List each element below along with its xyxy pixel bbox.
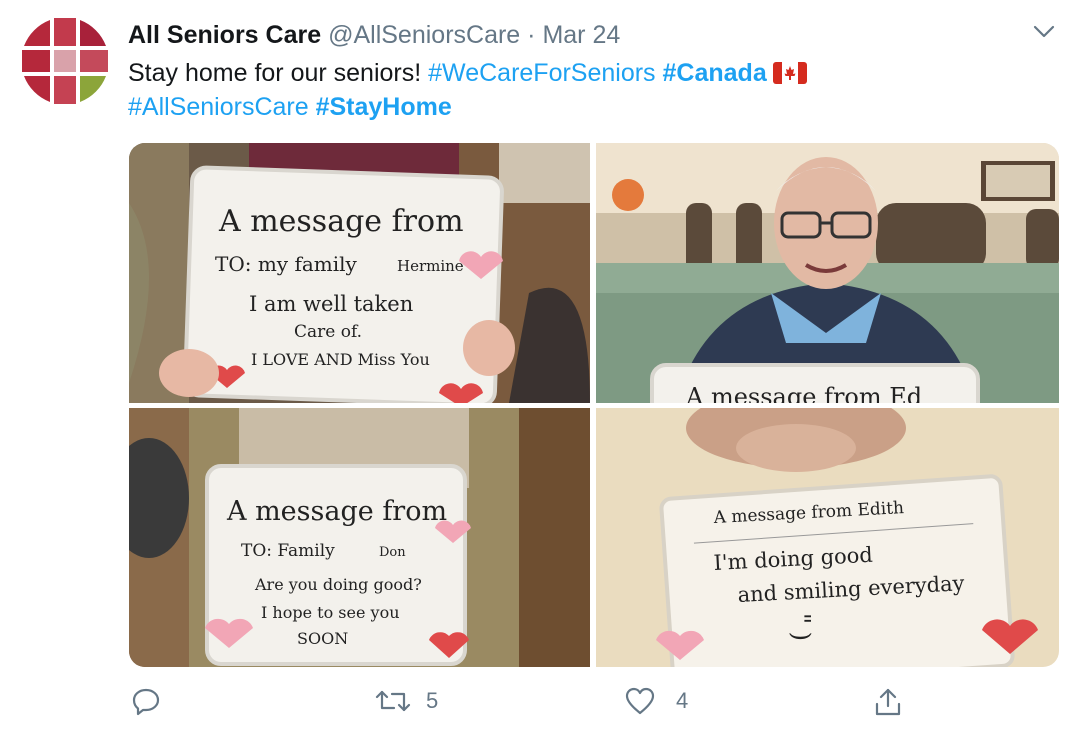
all-seniors-care-logo — [20, 16, 110, 106]
hashtag-allseniorscare[interactable]: #AllSeniorsCare — [128, 93, 309, 121]
like-button[interactable]: 4 — [624, 686, 688, 716]
photo-don-image: A message from TO: Family Don Are you do… — [129, 408, 590, 667]
board-line: A message from Ed — [685, 383, 922, 403]
tweet-text-plain: Stay home for our seniors! — [128, 59, 422, 87]
hashtag-canada[interactable]: #Canada — [663, 59, 767, 87]
tweet-header: All Seniors Care @AllSeniorsCare · Mar 2… — [128, 18, 1020, 52]
board-line: SOON — [297, 629, 348, 648]
photo-edith[interactable]: A message from Edith I'm doing good and … — [596, 408, 1059, 667]
separator: · — [527, 21, 536, 49]
share-icon — [875, 688, 901, 716]
board-line: Hermine — [397, 257, 464, 275]
photo-edith-image: A message from Edith I'm doing good and … — [596, 408, 1059, 667]
avatar[interactable] — [20, 16, 110, 106]
canada-flag-icon — [772, 62, 807, 84]
board-line: I am well taken — [249, 292, 413, 316]
board-line: Care of. — [294, 322, 362, 342]
media-grid[interactable]: A message from TO: my family Hermine I a… — [129, 143, 1059, 667]
board-line: I hope to see you — [261, 603, 400, 622]
heart-icon — [625, 687, 655, 715]
board-line: A message from — [226, 496, 447, 527]
like-count: 4 — [676, 688, 689, 713]
board-line: I LOVE AND Miss You — [251, 350, 430, 369]
photo-ed-image: A message from Ed — [596, 143, 1059, 403]
retweet-button[interactable]: 5 — [374, 686, 438, 716]
reply-icon — [132, 688, 160, 716]
author-handle[interactable]: @AllSeniorsCare — [328, 21, 520, 49]
tweet-text: Stay home for our seniors! #WeCareForSen… — [128, 56, 1028, 124]
share-button[interactable] — [872, 686, 904, 718]
chevron-down-icon[interactable] — [1030, 18, 1058, 46]
tweet-actions: 5 4 — [0, 684, 1080, 724]
retweet-icon — [375, 690, 411, 712]
board-line: TO: my family — [215, 252, 358, 276]
photo-ed[interactable]: A message from Ed — [596, 143, 1059, 403]
photo-hermine-image: A message from TO: my family Hermine I a… — [129, 143, 590, 403]
board-line: A message from — [218, 204, 464, 239]
board-line: Are you doing good? — [254, 575, 422, 594]
board-line: Don — [379, 545, 406, 560]
reply-button[interactable] — [131, 686, 161, 716]
board-line: " ) — [787, 613, 815, 641]
hashtag-wecareforseniors[interactable]: #WeCareForSeniors — [428, 59, 655, 87]
photo-hermine[interactable]: A message from TO: my family Hermine I a… — [129, 143, 590, 403]
hashtag-stayhome[interactable]: #StayHome — [316, 93, 452, 121]
board-line: TO: Family — [241, 541, 335, 561]
author-name[interactable]: All Seniors Care — [128, 21, 321, 49]
photo-don[interactable]: A message from TO: Family Don Are you do… — [129, 408, 590, 667]
tweet-date[interactable]: Mar 24 — [542, 21, 620, 49]
retweet-count: 5 — [426, 688, 439, 713]
